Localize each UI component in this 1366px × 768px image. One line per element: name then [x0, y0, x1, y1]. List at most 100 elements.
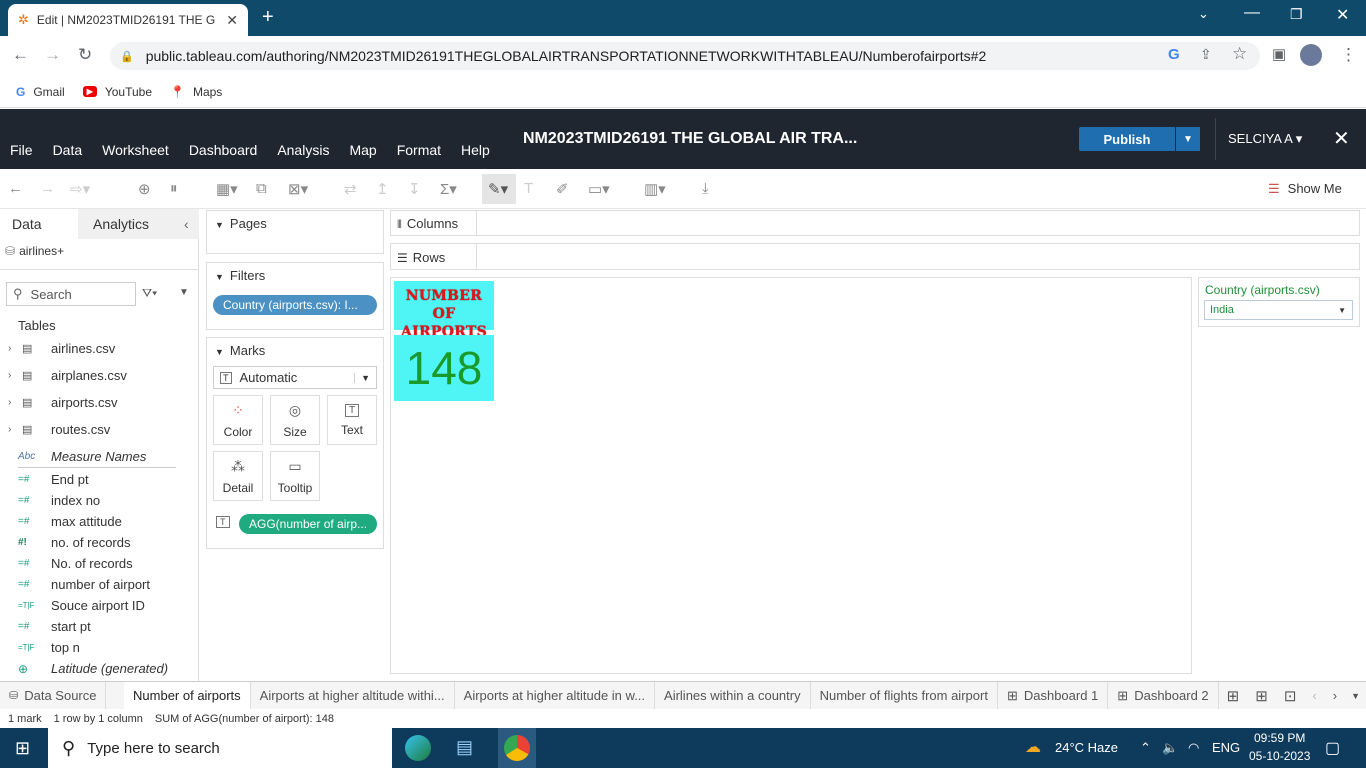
- swap-icon[interactable]: ⇄: [344, 180, 357, 198]
- pause-updates-icon[interactable]: ⏸: [170, 180, 178, 197]
- clock-time[interactable]: 09:59 PM: [1254, 731, 1305, 745]
- close-tab-icon[interactable]: ✕: [226, 12, 238, 29]
- rows-shelf[interactable]: [390, 243, 1360, 270]
- menu-dashboard[interactable]: Dashboard: [189, 142, 258, 158]
- new-datasource-icon[interactable]: ⊕: [138, 180, 151, 198]
- language-indicator[interactable]: ENG: [1212, 740, 1240, 755]
- tab-airlines-within-country[interactable]: Airlines within a country: [655, 681, 811, 710]
- clock-date[interactable]: 05-10-2023: [1249, 749, 1310, 763]
- share-icon[interactable]: ⇪: [1200, 46, 1212, 63]
- format-icon[interactable]: ✐: [556, 180, 569, 198]
- close-workbook-icon[interactable]: ✕: [1333, 126, 1350, 151]
- back-icon[interactable]: ←: [12, 45, 29, 65]
- field-item[interactable]: #! no. of records: [0, 535, 190, 550]
- filter-pill-country[interactable]: Country (airports.csv): I...: [213, 295, 377, 315]
- volume-icon[interactable]: 🔈: [1162, 740, 1178, 756]
- undo-icon[interactable]: ←: [8, 180, 23, 197]
- taskbar-search[interactable]: ⚲ Type here to search: [48, 728, 392, 768]
- new-worksheet-icon[interactable]: ▦▾: [216, 180, 238, 198]
- google-translate-icon[interactable]: G: [1168, 46, 1180, 63]
- publish-button[interactable]: Publish: [1079, 127, 1175, 151]
- field-item[interactable]: =T|F Souce airport ID: [0, 598, 190, 613]
- collapse-icon[interactable]: ▼: [215, 347, 224, 357]
- measure-pill[interactable]: AGG(number of airp...: [239, 514, 377, 534]
- new-dashboard-icon[interactable]: ⊞: [1255, 687, 1268, 705]
- field-item[interactable]: =# number of airport: [0, 577, 190, 592]
- tab-search-icon[interactable]: ⌄: [1198, 6, 1209, 22]
- datasource-item[interactable]: ⛁ airlines+: [5, 244, 64, 258]
- field-item[interactable]: ⊕ Latitude (generated): [0, 661, 190, 676]
- table-item[interactable]: › ▤ airports.csv: [0, 395, 190, 410]
- collapse-icon[interactable]: ▼: [215, 272, 224, 282]
- file-explorer-icon[interactable]: ▤: [456, 737, 473, 758]
- fit-icon[interactable]: ▭▾: [588, 180, 610, 198]
- table-item[interactable]: › ▤ routes.csv: [0, 422, 190, 437]
- collapse-pane-icon[interactable]: ‹: [184, 216, 189, 232]
- windows-start-icon[interactable]: ⊞: [15, 738, 30, 759]
- tab-flights-from-airport[interactable]: Number of flights from airport: [811, 681, 998, 710]
- bookmark-maps[interactable]: 📍 Maps: [170, 85, 222, 99]
- bookmark-gmail[interactable]: G Gmail: [16, 85, 65, 99]
- bookmark-star-icon[interactable]: ☆: [1232, 44, 1247, 64]
- scroll-right-icon[interactable]: ›: [1333, 688, 1337, 703]
- menu-map[interactable]: Map: [349, 142, 376, 158]
- publish-dropdown-icon[interactable]: ▼: [1176, 127, 1200, 151]
- tab-menu-icon[interactable]: ▼: [1351, 691, 1360, 701]
- tab-airports-altitude-world[interactable]: Airports at higher altitude in w...: [455, 681, 656, 710]
- columns-shelf[interactable]: [390, 210, 1360, 236]
- highlight-icon[interactable]: ✎▾: [488, 180, 508, 198]
- chrome-icon[interactable]: [504, 735, 530, 761]
- pane-options-icon[interactable]: ▼: [179, 287, 189, 298]
- labels-icon[interactable]: T: [524, 180, 533, 197]
- minimize-icon[interactable]: —: [1244, 4, 1260, 22]
- menu-help[interactable]: Help: [461, 142, 490, 158]
- sort-descending-icon[interactable]: ↧: [408, 180, 421, 198]
- tooltip-button[interactable]: ▭ Tooltip: [270, 451, 320, 501]
- menu-format[interactable]: Format: [397, 142, 441, 158]
- kpi-value[interactable]: 148: [394, 335, 494, 401]
- table-item[interactable]: › ▤ airplanes.csv: [0, 368, 190, 383]
- browser-tab[interactable]: ✲ Edit | NM2023TMID26191 THE G ✕: [8, 4, 248, 36]
- field-item[interactable]: =# start pt: [0, 619, 190, 634]
- field-item[interactable]: =# End pt: [0, 472, 190, 487]
- mark-type-select[interactable]: T Automatic ▼: [213, 366, 377, 389]
- weather-text[interactable]: 24°C Haze: [1055, 740, 1118, 755]
- tab-dashboard-1[interactable]: ⊞ Dashboard 1: [998, 681, 1109, 710]
- field-item[interactable]: =T|F top n: [0, 640, 190, 655]
- menu-data[interactable]: Data: [53, 142, 83, 158]
- menu-worksheet[interactable]: Worksheet: [102, 142, 169, 158]
- notification-icon[interactable]: ▢: [1325, 738, 1340, 758]
- field-search-input[interactable]: ⚲ Search: [6, 282, 136, 306]
- menu-file[interactable]: File: [10, 142, 33, 158]
- redo-icon[interactable]: →: [40, 180, 55, 197]
- replay-icon[interactable]: ⇨▾: [70, 180, 90, 198]
- download-icon[interactable]: ⤓: [702, 180, 709, 197]
- browser-menu-icon[interactable]: ⋮: [1340, 45, 1357, 65]
- forward-icon[interactable]: →: [44, 45, 61, 65]
- tray-chevron-icon[interactable]: ⌃: [1140, 740, 1151, 756]
- tab-dashboard-2[interactable]: ⊞ Dashboard 2: [1108, 681, 1219, 710]
- reload-icon[interactable]: ↻: [78, 45, 92, 65]
- tab-analytics[interactable]: Analytics: [93, 216, 149, 232]
- wifi-icon[interactable]: ◠: [1188, 740, 1199, 756]
- country-filter-select[interactable]: India ▼: [1204, 300, 1353, 320]
- presentation-icon[interactable]: ▥▾: [644, 180, 666, 198]
- tab-number-of-airports[interactable]: Number of airports: [124, 681, 251, 710]
- menu-analysis[interactable]: Analysis: [277, 142, 329, 158]
- color-button[interactable]: ⁘ Color: [213, 395, 263, 445]
- bookmark-youtube[interactable]: ▶ YouTube: [82, 85, 152, 99]
- field-item[interactable]: =# No. of records: [0, 556, 190, 571]
- profile-avatar[interactable]: [1300, 44, 1322, 66]
- restore-icon[interactable]: ❐: [1290, 6, 1303, 23]
- sort-ascending-icon[interactable]: ↥: [376, 180, 389, 198]
- tab-data[interactable]: Data: [12, 216, 42, 232]
- new-tab-icon[interactable]: +: [262, 6, 274, 29]
- collapse-icon[interactable]: ▼: [215, 220, 224, 230]
- detail-button[interactable]: ⁂ Detail: [213, 451, 263, 501]
- clear-sheet-icon[interactable]: ⊠▾: [288, 180, 308, 198]
- tab-airports-altitude-within[interactable]: Airports at higher altitude withi...: [251, 681, 455, 710]
- show-me-button[interactable]: ☰ Show Me: [1268, 181, 1342, 197]
- filter-fields-icon[interactable]: ⛛▾: [142, 286, 157, 301]
- totals-icon[interactable]: Σ▾: [440, 180, 457, 198]
- url-field[interactable]: 🔒 public.tableau.com/authoring/NM2023TMI…: [110, 42, 1260, 70]
